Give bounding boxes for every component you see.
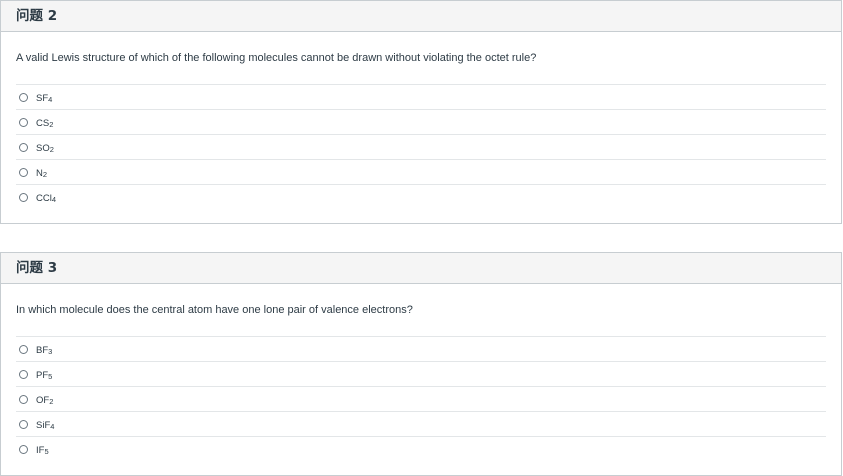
radio-button[interactable] [19, 192, 28, 202]
answer-option[interactable]: SiF4 [16, 411, 826, 436]
answer-option[interactable]: IF5 [16, 436, 826, 461]
answer-option[interactable]: N2 [16, 159, 826, 184]
question-body: In which molecule does the central atom … [1, 284, 841, 461]
answer-option[interactable]: SO2 [16, 134, 826, 159]
answer-list: BF3 PF5 OF2 SiF4 IF5 [16, 336, 826, 461]
answer-label[interactable]: BF3 [36, 345, 52, 356]
answer-label[interactable]: PF5 [36, 370, 52, 381]
answer-label[interactable]: CCl4 [36, 193, 56, 204]
answer-label[interactable]: OF2 [36, 395, 53, 406]
answer-option[interactable]: SF4 [16, 84, 826, 109]
answer-label[interactable]: SO2 [36, 143, 54, 154]
answer-option[interactable]: PF5 [16, 361, 826, 386]
answer-option[interactable]: OF2 [16, 386, 826, 411]
question-title: 问题 2 [16, 8, 58, 24]
radio-button[interactable] [19, 117, 28, 127]
radio-button[interactable] [19, 344, 28, 354]
answer-list: SF4 CS2 SO2 N2 CCl4 [16, 84, 826, 209]
answer-label[interactable]: SF4 [36, 93, 52, 104]
radio-button[interactable] [19, 369, 28, 379]
question-header: 问题 3 [1, 253, 841, 284]
radio-button[interactable] [19, 394, 28, 404]
answer-label[interactable]: N2 [36, 168, 47, 179]
answer-option[interactable]: CCl4 [16, 184, 826, 209]
radio-button[interactable] [19, 92, 28, 102]
answer-label[interactable]: CS2 [36, 118, 53, 129]
question-title: 问题 3 [16, 260, 58, 276]
question-header: 问题 2 [1, 1, 841, 32]
question-text: A valid Lewis structure of which of the … [16, 52, 537, 64]
question-text: In which molecule does the central atom … [16, 304, 413, 316]
answer-option[interactable]: BF3 [16, 336, 826, 361]
answer-label[interactable]: SiF4 [36, 420, 54, 431]
question-card-3: 问题 3 In which molecule does the central … [0, 252, 842, 476]
answer-option[interactable]: CS2 [16, 109, 826, 134]
radio-button[interactable] [19, 419, 28, 429]
radio-button[interactable] [19, 142, 28, 152]
answer-label[interactable]: IF5 [36, 445, 49, 456]
question-card-2: 问题 2 A valid Lewis structure of which of… [0, 0, 842, 224]
radio-button[interactable] [19, 444, 28, 454]
radio-button[interactable] [19, 167, 28, 177]
question-body: A valid Lewis structure of which of the … [1, 32, 841, 209]
